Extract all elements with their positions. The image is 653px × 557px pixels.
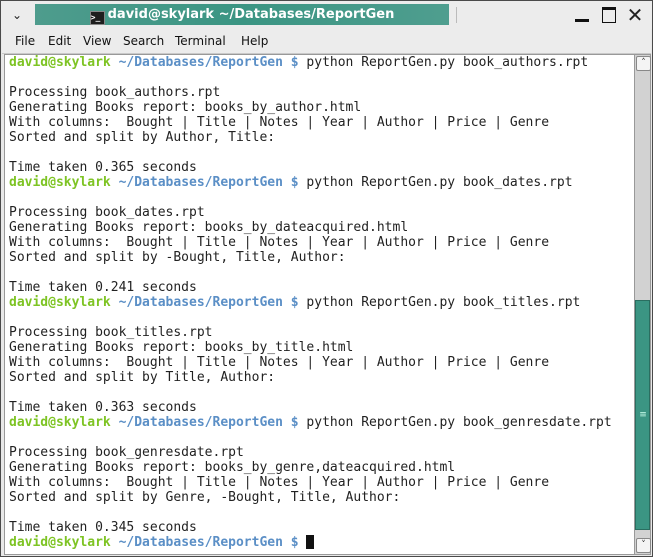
- output-line: Generating Books report: books_by_title.…: [9, 340, 354, 355]
- menu-terminal[interactable]: Terminal: [175, 29, 226, 53]
- prompt-path: ~/Databases/ReportGen $: [118, 55, 299, 70]
- prompt-user: david@skylark: [9, 535, 111, 550]
- terminal-icon: >_: [89, 11, 105, 25]
- chevron-down-icon: ⌄: [11, 8, 23, 22]
- terminal-window: ⌄ >_ david@skylark ~/Databases/ReportGen …: [0, 0, 653, 557]
- prompt-path: ~/Databases/ReportGen $: [118, 295, 299, 310]
- output-line: Generating Books report: books_by_genre,…: [9, 460, 456, 475]
- window-title-wrap: >_ david@skylark ~/Databases/ReportGen: [35, 4, 449, 25]
- title-area[interactable]: >_ david@skylark ~/Databases/ReportGen: [35, 4, 449, 25]
- prompt-line: david@skylark ~/Databases/ReportGen $ py…: [9, 415, 612, 430]
- chevron-up-icon: ˄: [641, 58, 646, 68]
- scrollbar-thumb[interactable]: ≡: [635, 299, 650, 530]
- scroll-up-button[interactable]: ˄: [636, 56, 651, 71]
- terminal-output[interactable]: david@skylark ~/Databases/ReportGen $ py…: [4, 54, 635, 555]
- prompt-line: david@skylark ~/Databases/ReportGen $ py…: [9, 175, 573, 190]
- menu-search[interactable]: Search: [123, 29, 164, 53]
- prompt-user: david@skylark: [9, 55, 111, 70]
- output-line: Generating Books report: books_by_author…: [9, 100, 362, 115]
- output-line: Time taken 0.241 seconds: [9, 280, 197, 295]
- prompt-user: david@skylark: [9, 415, 111, 430]
- output-line: Time taken 0.365 seconds: [9, 160, 197, 175]
- title-separator: [456, 7, 457, 23]
- menu-bar: File Edit View Search Terminal Help: [2, 29, 651, 54]
- output-line: Time taken 0.345 seconds: [9, 520, 197, 535]
- command-text: [299, 535, 307, 550]
- prompt-user: david@skylark: [9, 175, 111, 190]
- menu-file[interactable]: File: [15, 29, 35, 53]
- menu-edit[interactable]: Edit: [48, 29, 71, 53]
- window-menu-button[interactable]: ⌄: [9, 7, 25, 23]
- output-line: With columns: Bought | Title | Notes | Y…: [9, 115, 550, 130]
- command-text: python ReportGen.py book_authors.rpt: [298, 55, 589, 70]
- menu-view[interactable]: View: [83, 29, 111, 53]
- prompt-user: david@skylark: [9, 295, 111, 310]
- output-line: Sorted and split by Title, Author:: [9, 370, 276, 385]
- output-line: With columns: Bought | Title | Notes | Y…: [9, 235, 550, 250]
- minimize-button[interactable]: [572, 5, 592, 25]
- chevron-down-icon: ˅: [641, 540, 646, 550]
- output-line: Processing book_genresdate.rpt: [9, 445, 244, 460]
- prompt-line: david@skylark ~/Databases/ReportGen $: [9, 535, 315, 550]
- output-line: Time taken 0.363 seconds: [9, 400, 197, 415]
- output-line: Generating Books report: books_by_dateac…: [9, 220, 409, 235]
- output-line: With columns: Bought | Title | Notes | Y…: [9, 355, 550, 370]
- vertical-scrollbar[interactable]: ˄ ≡ ˅: [634, 54, 651, 555]
- command-text: python ReportGen.py book_titles.rpt: [298, 295, 581, 310]
- output-line: Processing book_dates.rpt: [9, 205, 205, 220]
- prompt-path: ~/Databases/ReportGen $: [118, 175, 299, 190]
- prompt-path: ~/Databases/ReportGen $: [118, 535, 299, 550]
- command-text: python ReportGen.py book_dates.rpt: [298, 175, 573, 190]
- output-line: With columns: Bought | Title | Notes | Y…: [9, 475, 550, 490]
- text-cursor: [306, 535, 315, 549]
- close-button[interactable]: ✕: [625, 5, 645, 25]
- maximize-button[interactable]: [599, 5, 619, 25]
- title-bar[interactable]: ⌄ >_ david@skylark ~/Databases/ReportGen …: [1, 1, 652, 29]
- output-line: Processing book_titles.rpt: [9, 325, 213, 340]
- output-line: Processing book_authors.rpt: [9, 85, 221, 100]
- window-title: david@skylark ~/Databases/ReportGen: [107, 7, 395, 22]
- output-line: Sorted and split by -Bought, Title, Auth…: [9, 250, 346, 265]
- scroll-down-button[interactable]: ˅: [636, 538, 651, 553]
- command-text: python ReportGen.py book_genresdate.rpt: [298, 415, 612, 430]
- prompt-line: david@skylark ~/Databases/ReportGen $ py…: [9, 55, 588, 70]
- close-icon: ✕: [626, 3, 644, 27]
- prompt-path: ~/Databases/ReportGen $: [118, 415, 299, 430]
- menu-help[interactable]: Help: [241, 29, 268, 53]
- prompt-line: david@skylark ~/Databases/ReportGen $ py…: [9, 295, 580, 310]
- output-line: Sorted and split by Genre, -Bought, Titl…: [9, 490, 401, 505]
- grip-icon: ≡: [639, 409, 647, 420]
- output-line: Sorted and split by Author, Title:: [9, 130, 276, 145]
